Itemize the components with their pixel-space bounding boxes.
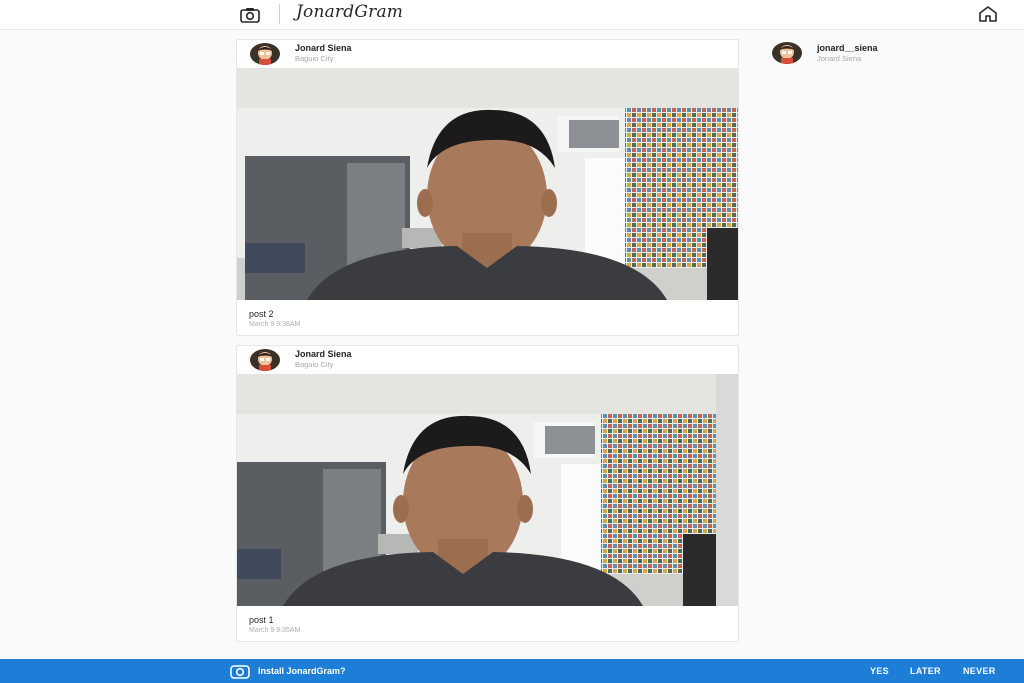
install-later-button[interactable]: LATER: [910, 666, 941, 676]
brand-logo[interactable]: JonardGram: [296, 2, 403, 22]
camera-icon[interactable]: [238, 4, 262, 26]
post-location: Baguio City: [295, 360, 334, 369]
avatar[interactable]: [772, 42, 802, 64]
post-caption: post 2: [249, 309, 274, 319]
home-icon[interactable]: [976, 3, 1000, 25]
post-caption: post 1: [249, 615, 274, 625]
install-message: Install JonardGram?: [258, 666, 346, 676]
post-author[interactable]: Jonard Siena: [295, 43, 352, 53]
install-banner: Install JonardGram? YES LATER NEVER: [0, 659, 1024, 683]
profile-full-name: Jonard Siena: [817, 54, 862, 63]
camera-icon: [229, 661, 251, 681]
post-card: Jonard Siena Baguio City post 2 March 9 …: [236, 39, 739, 336]
post-header: Jonard Siena Baguio City: [237, 346, 738, 374]
top-navbar: JonardGram: [0, 0, 1024, 30]
post-photo[interactable]: [237, 374, 738, 606]
avatar[interactable]: [250, 43, 280, 65]
post-card: Jonard Siena Baguio City post 1 March 9 …: [236, 345, 739, 642]
post-location: Baguio City: [295, 54, 334, 63]
post-timestamp: March 9 9:38AM: [249, 321, 301, 328]
install-yes-button[interactable]: YES: [870, 666, 889, 676]
install-never-button[interactable]: NEVER: [963, 666, 996, 676]
avatar[interactable]: [250, 349, 280, 371]
post-photo[interactable]: [237, 68, 738, 300]
post-timestamp: March 9 9:35AM: [249, 627, 301, 634]
header-divider: [279, 4, 280, 24]
profile-username[interactable]: jonard__siena: [817, 43, 878, 53]
post-author[interactable]: Jonard Siena: [295, 349, 352, 359]
post-header: Jonard Siena Baguio City: [237, 40, 738, 68]
sidebar-profile[interactable]: jonard__siena Jonard Siena: [770, 40, 970, 66]
